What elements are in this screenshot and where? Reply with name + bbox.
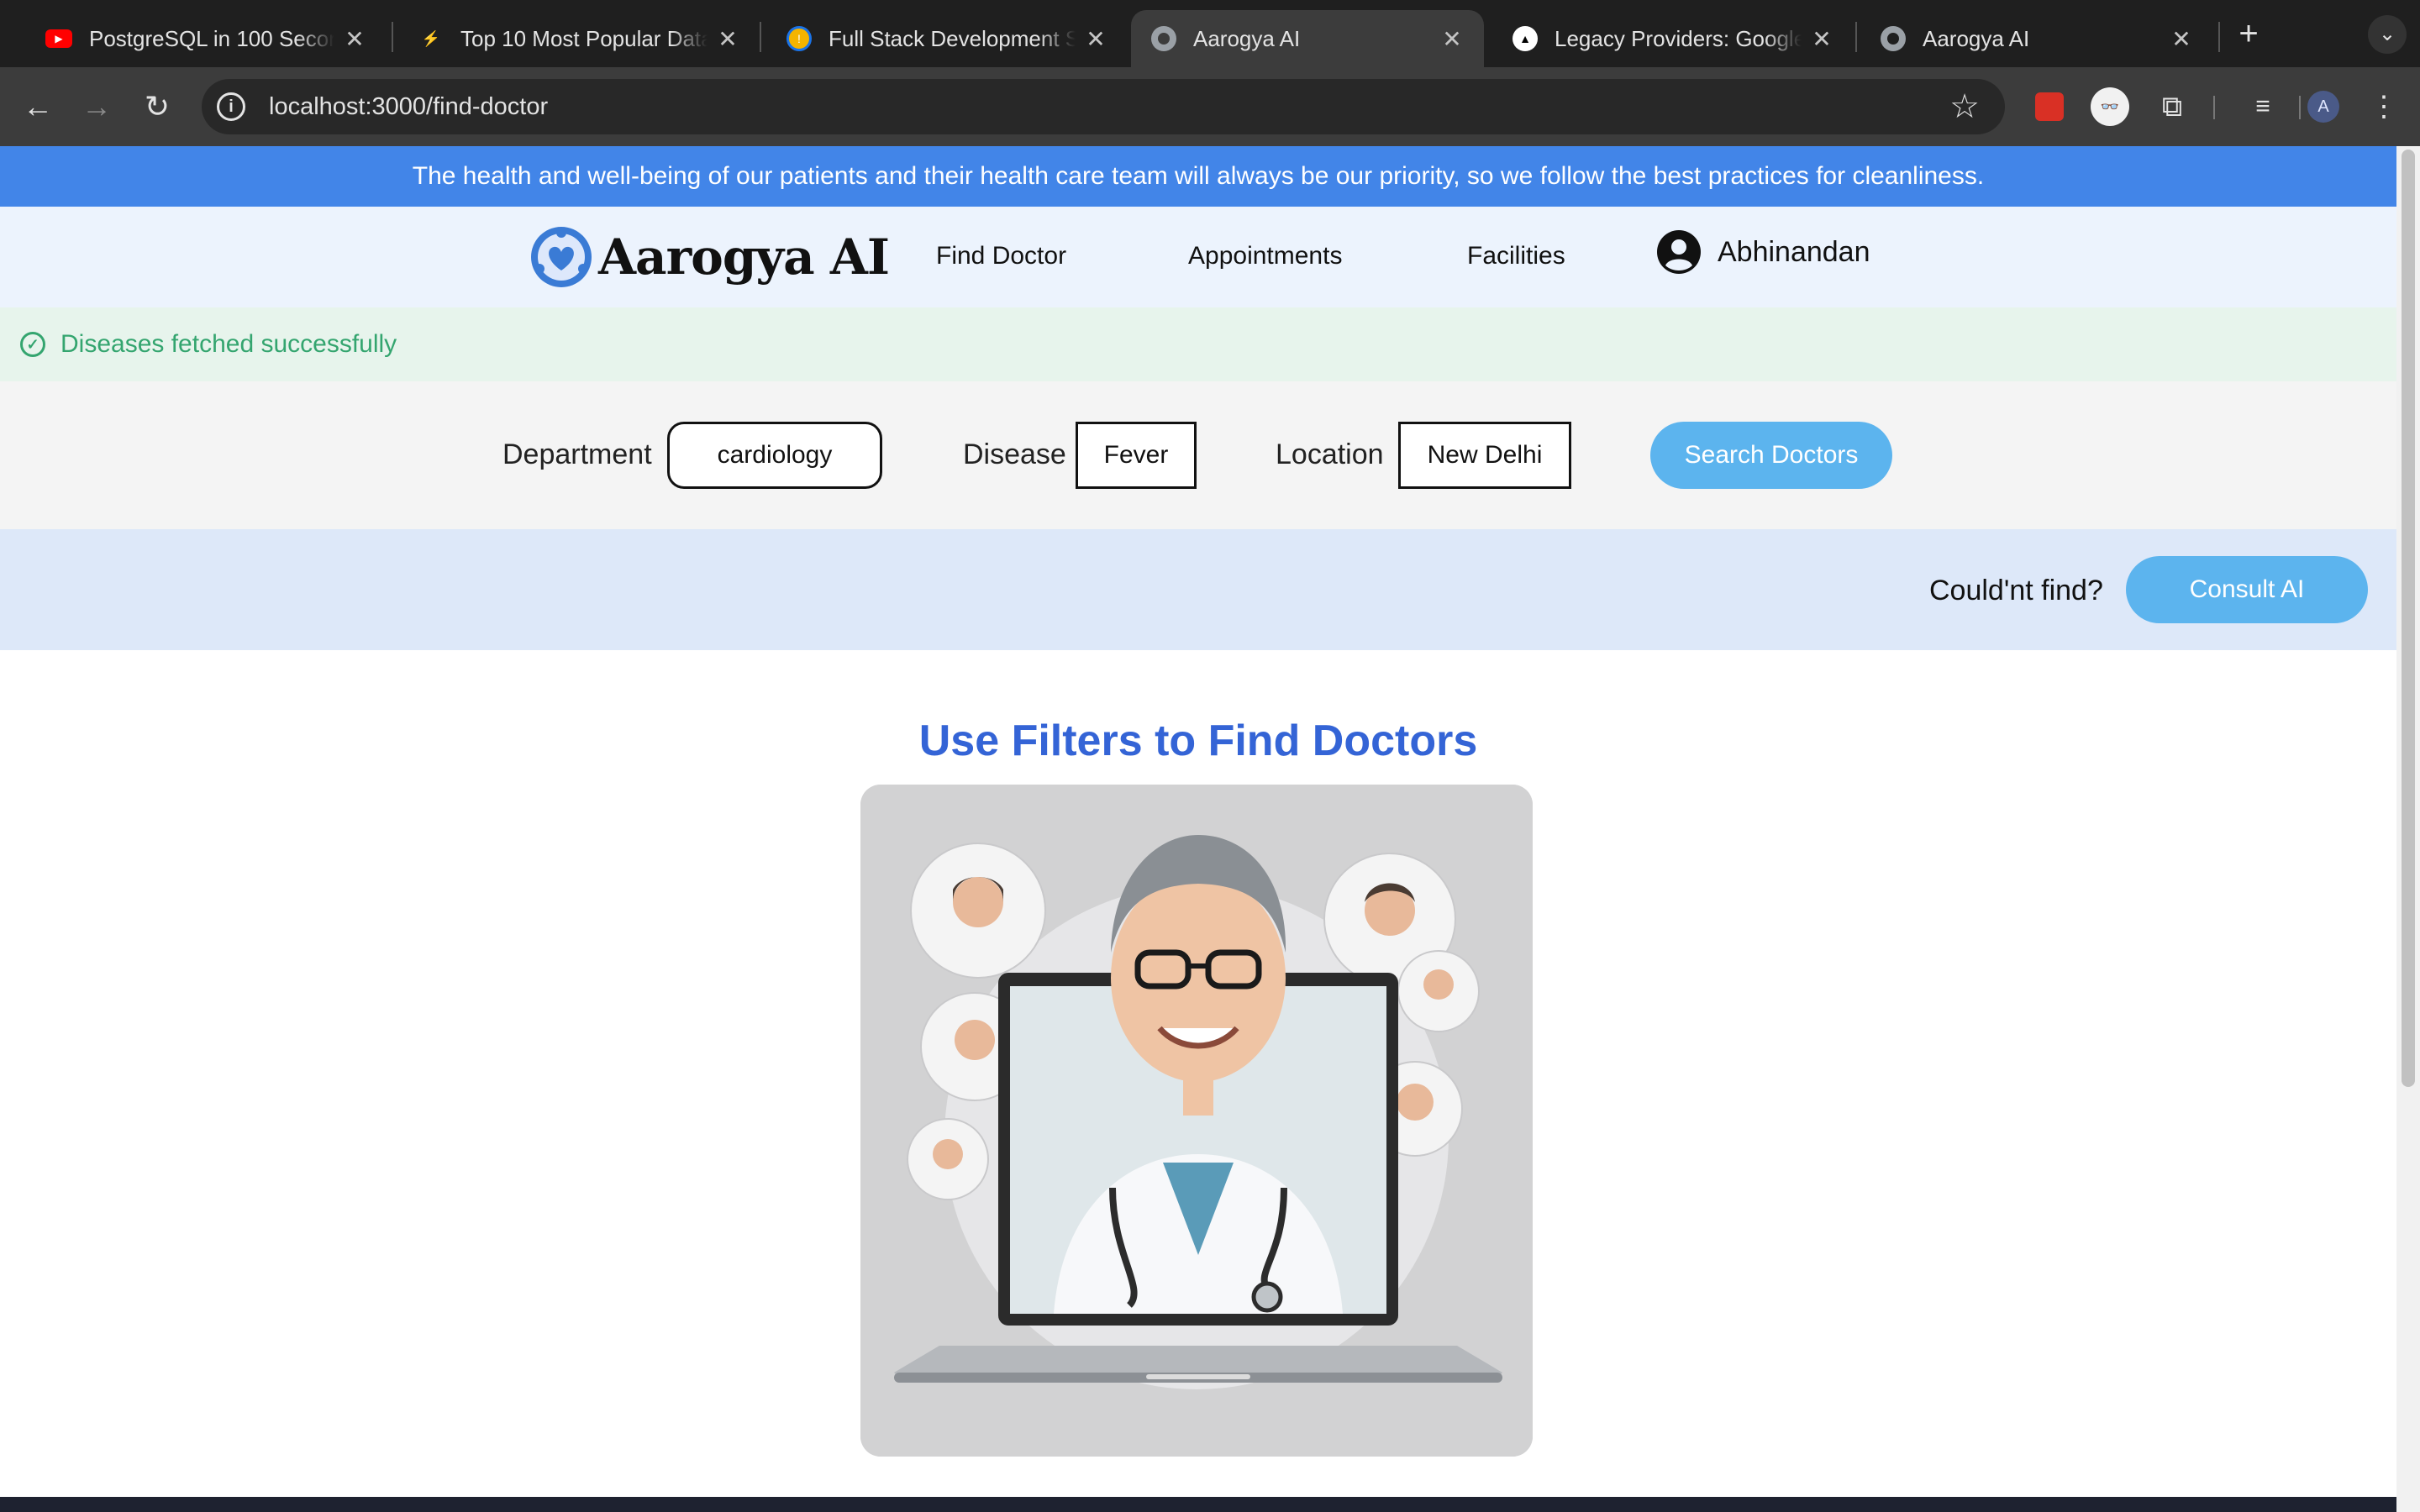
- youtube-icon: ▶: [45, 29, 72, 48]
- brand-logo[interactable]: Aarogya AI: [529, 225, 890, 289]
- site-info-icon[interactable]: i: [217, 92, 245, 121]
- bolt-icon: ⚡: [421, 29, 441, 47]
- address-bar[interactable]: i localhost:3000/find-doctor ☆: [202, 79, 2005, 134]
- brand-name: Aarogya AI: [598, 228, 890, 286]
- browser-tab[interactable]: ▲ Legacy Providers: Google ✕: [1492, 10, 1854, 67]
- close-tab-icon[interactable]: ✕: [2170, 25, 2193, 53]
- check-circle-icon: ✓: [20, 332, 45, 357]
- reload-button[interactable]: ↻: [136, 86, 178, 128]
- tab-title: Top 10 Most Popular Databases: [460, 25, 708, 51]
- browser-toolbar: ← → ↻ i localhost:3000/find-doctor ☆ 👓 ⧉…: [0, 67, 2420, 146]
- user-name: Abhinandan: [1718, 235, 1870, 268]
- info-circle-icon: !: [786, 26, 812, 51]
- search-doctors-button[interactable]: Search Doctors: [1650, 422, 1892, 489]
- heart-hands-logo-icon: [531, 227, 592, 287]
- user-avatar-icon: [1657, 230, 1701, 274]
- nav-appointments[interactable]: Appointments: [1188, 242, 1342, 270]
- back-button[interactable]: ←: [17, 86, 59, 128]
- close-tab-icon[interactable]: ✕: [716, 25, 739, 53]
- department-value: cardiology: [717, 441, 833, 469]
- close-tab-icon[interactable]: ✕: [1084, 25, 1107, 53]
- consult-ai-bar: Could'nt find? Consult AI: [0, 529, 2396, 650]
- toast-message: Diseases fetched successfully: [60, 330, 397, 358]
- tab-title: Aarogya AI: [1923, 25, 2030, 51]
- department-select[interactable]: cardiology: [667, 422, 882, 489]
- location-label: Location: [1276, 438, 1384, 470]
- extension-red-icon[interactable]: [2030, 87, 2069, 126]
- site-navbar: Aarogya AI Find Doctor Appointments Faci…: [0, 207, 2396, 307]
- globe-icon: [1151, 26, 1176, 51]
- doctor-laptop-illustration-icon: [860, 785, 1533, 1457]
- tab-title: Full Stack Development Sessions: [829, 25, 1076, 51]
- success-toast: ✓ Diseases fetched successfully: [0, 307, 2396, 381]
- user-profile[interactable]: Abhinandan: [1657, 230, 1870, 274]
- browser-tab[interactable]: ⚡ Top 10 Most Popular Databases ✕: [398, 10, 760, 67]
- browser-tab-active[interactable]: Aarogya AI ✕: [1131, 10, 1484, 67]
- scrollbar-thumb[interactable]: [2402, 150, 2415, 1087]
- hero-title: Use Filters to Find Doctors: [918, 717, 1478, 765]
- close-tab-icon[interactable]: ✕: [343, 25, 366, 53]
- disease-select[interactable]: Fever: [1076, 422, 1197, 489]
- page-content: The health and well-being of our patient…: [0, 146, 2396, 1512]
- browser-tab-strip: ▶ PostgreSQL in 100 Seconds ✕ ⚡ Top 10 M…: [0, 0, 2420, 67]
- tab-title: Legacy Providers: Google: [1555, 25, 1802, 51]
- tab-search-button[interactable]: ⌄: [2368, 15, 2407, 54]
- tab-title: PostgreSQL in 100 Seconds: [89, 25, 334, 51]
- footer-strip: [0, 1497, 2396, 1512]
- bookmark-star-icon[interactable]: ☆: [1949, 87, 1980, 126]
- browser-menu-icon[interactable]: ⋮: [2365, 87, 2403, 126]
- url-text: localhost:3000/find-doctor: [269, 92, 549, 120]
- close-tab-icon[interactable]: ✕: [1440, 25, 1464, 53]
- announcement-banner: The health and well-being of our patient…: [0, 146, 2396, 207]
- browser-tab[interactable]: ! Full Stack Development Sessions ✕: [766, 10, 1128, 67]
- nav-facilities[interactable]: Facilities: [1467, 242, 1565, 270]
- close-tab-icon[interactable]: ✕: [1810, 25, 1833, 53]
- couldnt-find-text: Could'nt find?: [1929, 575, 2103, 606]
- profile-avatar[interactable]: A: [2304, 87, 2343, 126]
- consult-ai-button[interactable]: Consult AI: [2126, 556, 2368, 623]
- browser-tab[interactable]: Aarogya AI ✕: [1860, 10, 2213, 67]
- extension-glasses-icon[interactable]: 👓: [2091, 87, 2129, 126]
- banner-text: The health and well-being of our patient…: [412, 162, 1985, 190]
- browser-tab[interactable]: ▶ PostgreSQL in 100 Seconds ✕: [25, 10, 387, 67]
- triangle-logo-icon: ▲: [1512, 26, 1538, 51]
- nav-find-doctor[interactable]: Find Doctor: [936, 242, 1066, 270]
- doctor-illustration: [860, 785, 1533, 1457]
- location-select[interactable]: New Delhi: [1398, 422, 1571, 489]
- extensions-puzzle-icon[interactable]: ⧉: [2153, 87, 2191, 126]
- department-label: Department: [502, 438, 652, 470]
- new-tab-button[interactable]: +: [2230, 15, 2267, 52]
- disease-value: Fever: [1103, 441, 1169, 469]
- globe-icon: [1881, 26, 1906, 51]
- forward-button[interactable]: →: [76, 86, 118, 128]
- page-scrollbar[interactable]: [2396, 146, 2420, 1512]
- location-value: New Delhi: [1427, 441, 1543, 469]
- filter-bar: Department cardiology Disease Fever Loca…: [0, 381, 2396, 529]
- media-queue-icon[interactable]: ≡: [2244, 87, 2282, 126]
- tab-title: Aarogya AI: [1193, 25, 1301, 51]
- disease-label: Disease: [963, 438, 1066, 470]
